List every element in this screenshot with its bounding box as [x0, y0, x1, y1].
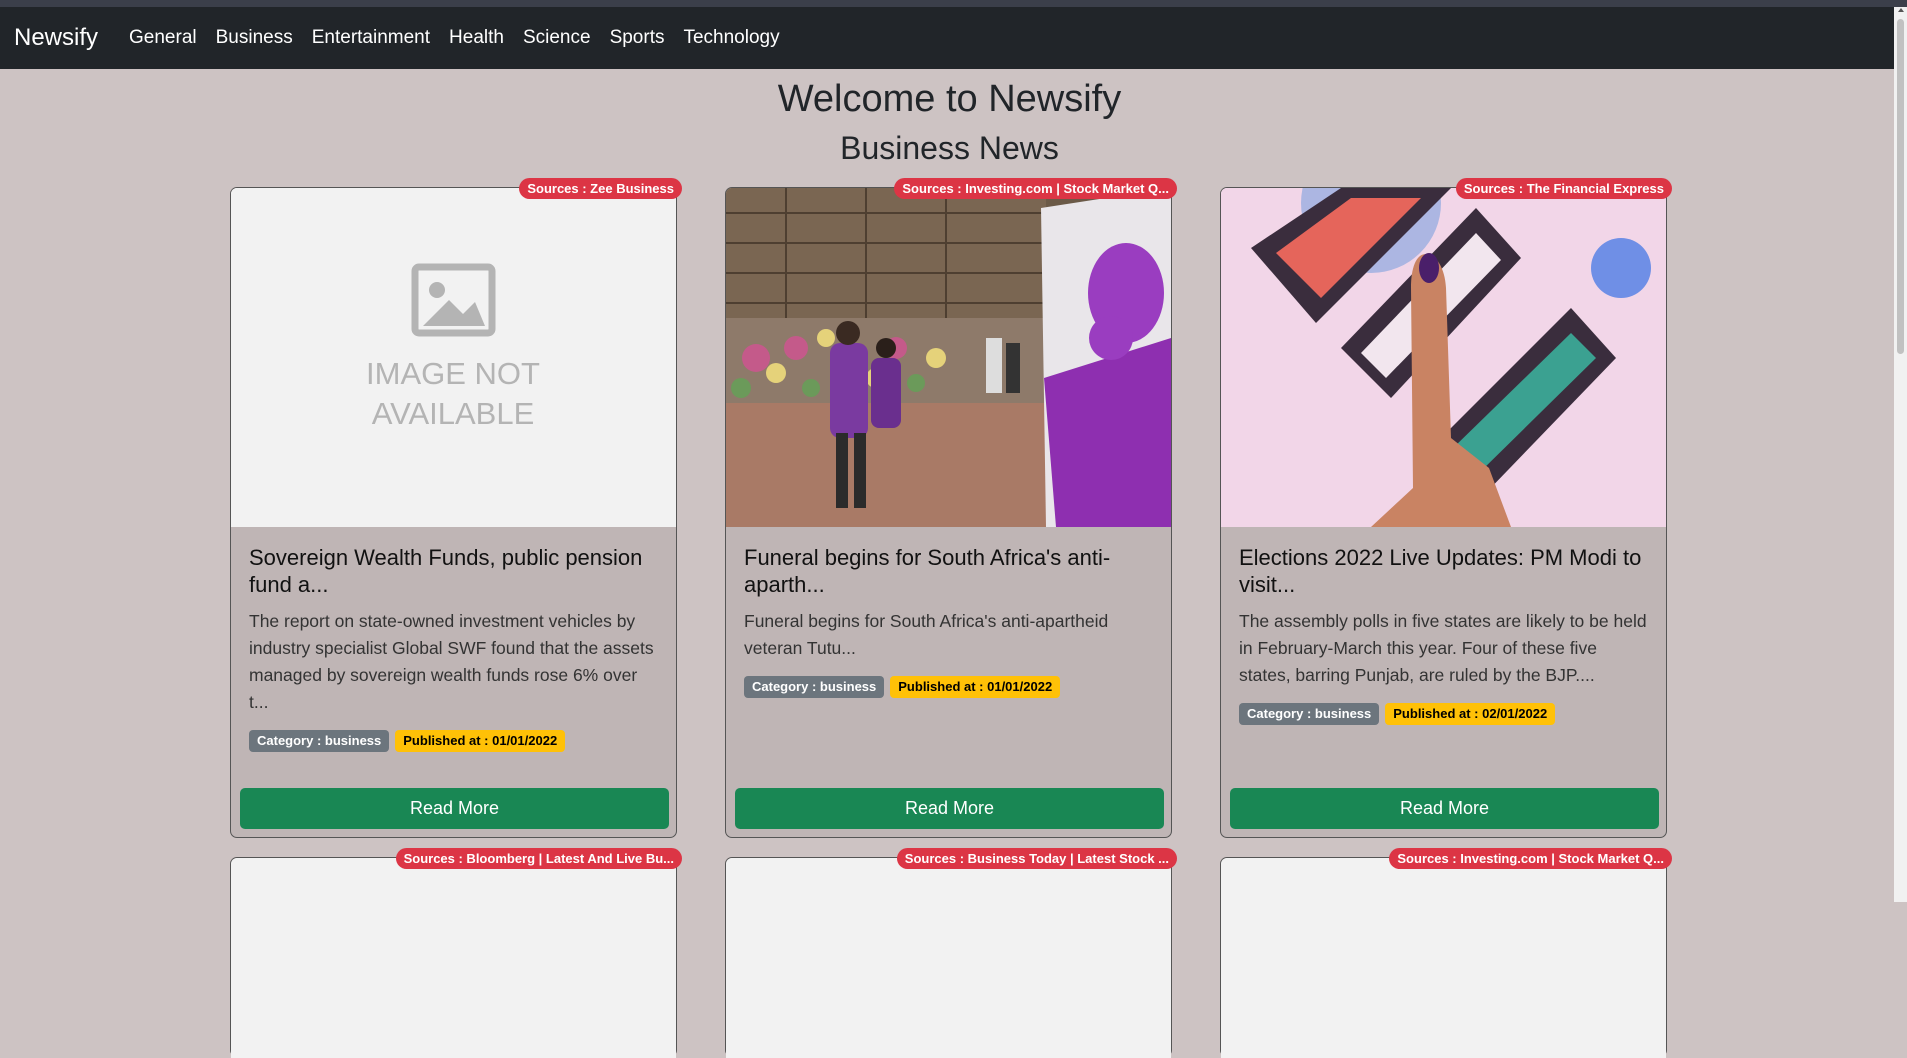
funeral-memorial-photo	[726, 188, 1171, 527]
nav-link-business[interactable]: Business	[216, 27, 293, 49]
source-badge: Sources : Investing.com | Stock Market Q…	[894, 178, 1177, 199]
published-badge: Published at : 02/01/2022	[1385, 703, 1556, 725]
image-not-available-placeholder: IMAGE NOT AVAILABLE	[231, 188, 676, 527]
brand-logo[interactable]: Newsify	[14, 24, 98, 52]
scrollbar-thumb[interactable]	[1897, 19, 1904, 354]
source-badge: Sources : Zee Business	[519, 178, 682, 199]
nav-link-science[interactable]: Science	[523, 27, 591, 49]
category-badge: Category : business	[1239, 703, 1380, 725]
window-top-strip	[0, 0, 1907, 7]
read-more-button[interactable]: Read More	[240, 788, 669, 829]
page-title: Welcome to Newsify	[777, 78, 1122, 120]
section-title: Business News	[840, 130, 1059, 166]
placeholder-text-line2: AVAILABLE	[372, 396, 535, 431]
nav-link-entertainment[interactable]: Entertainment	[312, 27, 430, 49]
read-more-button[interactable]: Read More	[735, 788, 1164, 829]
navbar: Newsify General Business Entertainment H…	[0, 7, 1907, 69]
nav-link-technology[interactable]: Technology	[683, 27, 779, 49]
news-card: Sources : Investing.com | Stock Market Q…	[1220, 848, 1672, 1058]
card-title: Sovereign Wealth Funds, public pension f…	[249, 545, 643, 597]
card-title: Elections 2022 Live Updates: PM Modi to …	[1239, 545, 1642, 597]
nav-link-sports[interactable]: Sports	[610, 27, 665, 49]
category-badge: Category : business	[744, 676, 885, 698]
published-badge: Published at : 01/01/2022	[395, 730, 566, 752]
card-text: The assembly polls in five states are li…	[1239, 611, 1647, 685]
news-card: Sources : Zee Business IMAGE NOT AVAILAB…	[230, 178, 682, 838]
nav-link-health[interactable]: Health	[449, 27, 504, 49]
published-badge: Published at : 01/01/2022	[890, 676, 1061, 698]
card-text: Funeral begins for South Africa's anti-a…	[744, 611, 1109, 658]
source-badge: Sources : The Financial Express	[1455, 178, 1672, 199]
source-badge: Sources : Bloomberg | Latest And Live Bu…	[395, 848, 682, 869]
placeholder-text-line1: IMAGE NOT	[366, 356, 540, 391]
scroll-up-arrow-icon[interactable]	[1898, 8, 1904, 12]
card-text: The report on state-owned investment veh…	[249, 611, 654, 712]
nav-link-general[interactable]: General	[129, 27, 197, 49]
news-card: Sources : Bloomberg | Latest And Live Bu…	[230, 848, 682, 1058]
card-image	[1221, 858, 1666, 1058]
card-image	[726, 858, 1171, 1058]
read-more-button[interactable]: Read More	[1230, 788, 1659, 829]
news-card: Sources : Investing.com | Stock Market Q…	[725, 178, 1177, 838]
card-title: Funeral begins for South Africa's anti-a…	[744, 545, 1111, 597]
card-image	[231, 858, 676, 1058]
category-badge: Category : business	[249, 730, 390, 752]
news-card: Sources : The Financial Express Election…	[1220, 178, 1672, 838]
source-badge: Sources : Investing.com | Stock Market Q…	[1389, 848, 1672, 869]
news-card: Sources : Business Today | Latest Stock …	[725, 848, 1177, 1058]
election-finger-photo	[1221, 188, 1666, 527]
source-badge: Sources : Business Today | Latest Stock …	[896, 848, 1177, 869]
